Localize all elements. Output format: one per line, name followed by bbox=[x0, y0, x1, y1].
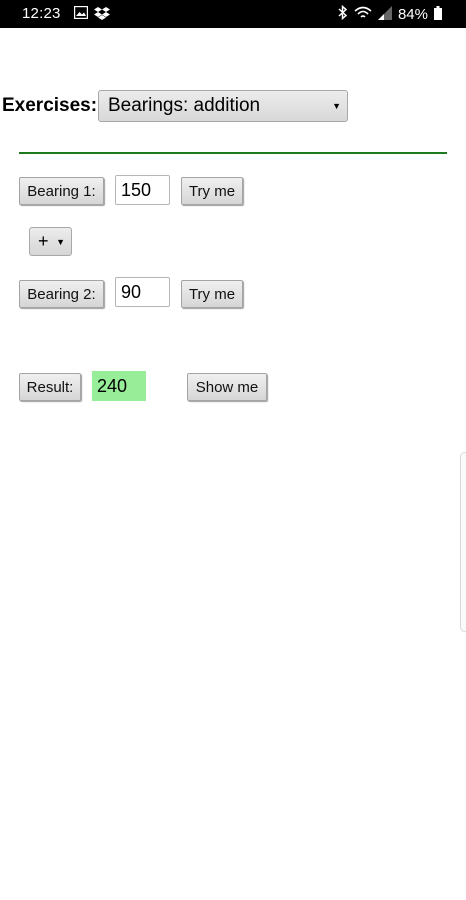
bearing1-value: 150 bbox=[121, 179, 152, 200]
bearing2-try-label: Try me bbox=[188, 285, 236, 303]
exercises-select-value: Bearings: addition bbox=[108, 95, 261, 116]
result-button[interactable]: Result: bbox=[19, 373, 81, 401]
result-value-box: 240 bbox=[92, 371, 146, 401]
operator-select[interactable]: + ▼ bbox=[29, 227, 72, 256]
image-icon bbox=[73, 5, 89, 23]
bearing2-try-button[interactable]: Try me bbox=[181, 280, 243, 308]
bearing1-try-button[interactable]: Try me bbox=[181, 177, 243, 205]
bearing1-button-label: Bearing 1: bbox=[27, 182, 96, 200]
divider bbox=[19, 152, 447, 154]
result-value: 240 bbox=[97, 375, 128, 396]
show-me-button[interactable]: Show me bbox=[187, 373, 267, 401]
bearing1-try-label: Try me bbox=[188, 182, 236, 200]
wifi-icon bbox=[354, 6, 372, 24]
bearing2-button-label: Bearing 2: bbox=[27, 285, 96, 303]
bluetooth-icon bbox=[338, 4, 348, 24]
bearing2-input[interactable]: 90 bbox=[115, 277, 170, 307]
battery-icon bbox=[434, 5, 442, 24]
bearing1-button[interactable]: Bearing 1: bbox=[19, 177, 104, 205]
result-button-label: Result: bbox=[26, 378, 74, 396]
status-bar: 12:23 84% bbox=[0, 0, 466, 28]
dropdown-caret-icon: ▼ bbox=[56, 237, 65, 247]
bearing2-button[interactable]: Bearing 2: bbox=[19, 280, 104, 308]
operator-value: + bbox=[38, 231, 49, 251]
status-time: 12:23 bbox=[22, 5, 61, 22]
dropbox-icon bbox=[94, 6, 110, 24]
edge-panel-handle[interactable] bbox=[460, 452, 466, 632]
exercises-label: Exercises: bbox=[2, 95, 98, 116]
battery-percent: 84% bbox=[397, 6, 428, 23]
dropdown-caret-icon: ▼ bbox=[332, 101, 341, 111]
signal-icon bbox=[377, 5, 392, 24]
exercises-select[interactable]: Bearings: addition ▼ bbox=[98, 90, 348, 122]
bearing2-value: 90 bbox=[121, 281, 142, 302]
bearing1-input[interactable]: 150 bbox=[115, 175, 170, 205]
show-me-label: Show me bbox=[195, 378, 259, 396]
